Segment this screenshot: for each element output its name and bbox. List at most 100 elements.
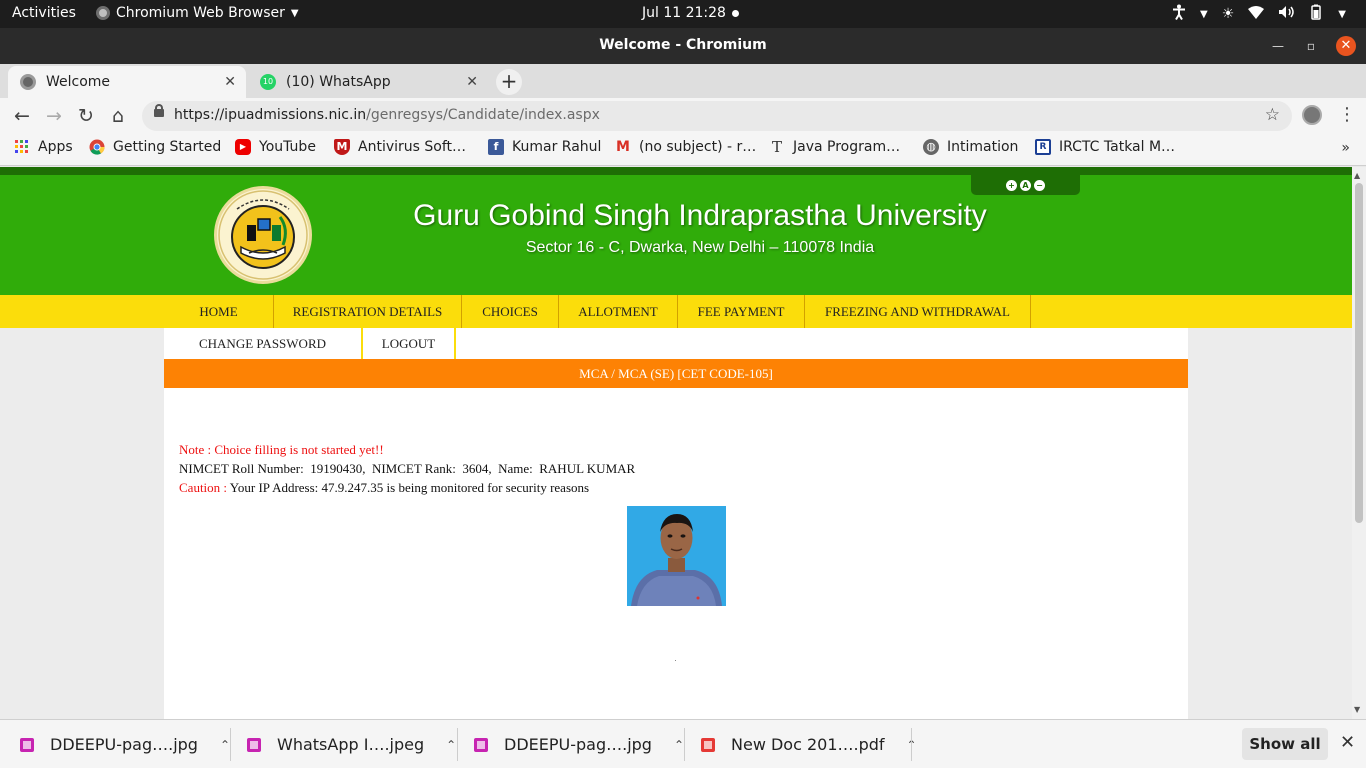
bookmark-intimation[interactable]: ◍ Intimation [923,139,1018,155]
forward-arrow-icon[interactable]: → [42,104,66,128]
close-icon[interactable]: ✕ [1340,732,1355,753]
download-item[interactable]: WhatsApp I….jpeg ⌃ [247,720,456,768]
chevron-up-icon[interactable]: ⌃ [446,738,456,752]
wifi-icon [1248,5,1265,23]
window-title-bar: Welcome - Chromium — ▫ ✕ [0,28,1366,64]
close-tab-icon[interactable]: ✕ [466,74,478,90]
chevron-up-icon[interactable]: ⌃ [220,738,230,752]
bookmark-label: Kumar Rahul [512,139,602,155]
tab-title: Welcome [46,74,111,90]
whatsapp-favicon-icon: 10 [260,74,276,90]
back-arrow-icon[interactable]: ← [10,104,34,128]
note-text: Note : Choice filling is not started yet… [179,442,384,457]
bookmark-star-icon[interactable]: ☆ [1265,105,1280,125]
chevron-down-icon: ▼ [290,7,299,19]
url-text[interactable]: https://ipuadmissions.nic.in/genregsys/C… [174,107,600,123]
notification-dot-icon [731,9,739,17]
download-item[interactable]: DDEEPU-pag….jpg ⌃ [474,720,684,768]
bookmark-youtube[interactable]: ▶ YouTube [235,139,316,155]
bookmark-java-program[interactable]: T Java Program… [769,139,900,155]
ip-caution: Caution : Your IP Address: 47.9.247.35 i… [179,480,589,496]
menu-registration-details[interactable]: REGISTRATION DETAILS [274,295,462,328]
text-icon: T [771,138,782,156]
candidate-details: NIMCET Roll Number: 19190430, NIMCET Ran… [179,461,636,476]
main-menu: HOME REGISTRATION DETAILS CHOICES ALLOTM… [0,295,1352,328]
university-address: Sector 16 - C, Dwarka, New Delhi – 11007… [525,239,875,256]
chevron-down-icon: ▼ [1338,8,1346,20]
bookmark-kumar-rahul[interactable]: f Kumar Rahul [488,139,601,155]
maximize-button[interactable]: ▫ [1301,36,1321,56]
bookmark-label: (no subject) - r… [639,139,757,155]
tab-welcome[interactable]: Welcome ✕ [8,66,246,98]
chevron-up-icon[interactable]: ⌃ [674,738,684,752]
menu-home[interactable]: HOME [164,295,274,328]
home-icon[interactable]: ⌂ [106,104,130,128]
bookmark-getting-started[interactable]: Getting Started [89,139,221,155]
bookmark-label: IRCTC Tatkal M… [1059,139,1176,155]
font-increase-button[interactable]: + [1006,179,1017,191]
close-window-button[interactable]: ✕ [1336,36,1356,56]
menu-freezing-withdrawal[interactable]: FREEZING AND WITHDRAWAL [805,295,1031,328]
page-scrollbar[interactable]: ▲ ▼ [1352,167,1366,719]
url-path: /genregsys/Candidate/index.aspx [366,107,600,123]
minimize-button[interactable]: — [1268,36,1288,56]
bookmark-antivirus[interactable]: M Antivirus Soft… [334,139,466,155]
accessibility-icon[interactable] [1172,4,1186,24]
download-item[interactable]: DDEEPU-pag….jpg ⌃ [20,720,230,768]
gmail-icon: M [616,139,630,155]
apps-grid-icon [14,139,30,155]
menu-dots-icon[interactable]: ⋮ [1338,104,1356,125]
page-viewport: + A − Guru Gobind Singh Indraprastha Uni… [0,167,1352,719]
bookmark-label: Apps [38,139,73,155]
reload-icon[interactable]: ↻ [74,104,98,128]
candidate-photo [627,506,726,606]
divider [911,728,912,761]
bookmark-gmail[interactable]: M (no subject) - r… [615,139,756,155]
system-tray[interactable]: ▼ ☀ ▼ [1172,4,1346,24]
lock-icon[interactable] [154,104,164,117]
course-title: MCA / MCA (SE) [CET CODE-105] [164,359,1188,388]
app-menu[interactable]: Chromium Web Browser ▼ [96,5,299,21]
bookmark-irctc[interactable]: R IRCTC Tatkal M… [1035,139,1175,155]
scroll-up-arrow-icon[interactable]: ▲ [1354,171,1360,180]
profile-avatar[interactable] [1302,105,1322,125]
download-shelf: DDEEPU-pag….jpg ⌃ WhatsApp I….jpeg ⌃ DDE… [0,719,1366,768]
system-top-bar: Activities Chromium Web Browser ▼ Jul 11… [0,0,1366,28]
more-bookmarks-chevron-icon[interactable]: » [1341,140,1350,156]
menu-change-password[interactable]: CHANGE PASSWORD [164,328,363,359]
scroll-down-arrow-icon[interactable]: ▼ [1354,705,1360,714]
divider [684,728,685,761]
chrome-icon [89,139,105,155]
address-bar[interactable]: https://ipuadmissions.nic.in/genregsys/C… [142,101,1292,131]
tab-whatsapp[interactable]: 10 (10) WhatsApp ✕ [248,66,488,98]
university-name: Guru Gobind Singh Indraprastha Universit… [413,199,987,232]
activities-button[interactable]: Activities [12,5,76,21]
menu-choices[interactable]: CHOICES [462,295,559,328]
menu-logout[interactable]: LOGOUT [363,328,456,359]
download-filename: WhatsApp I….jpeg [277,735,425,754]
font-decrease-button[interactable]: − [1034,179,1045,191]
download-item[interactable]: New Doc 201….pdf ⌃ [701,720,917,768]
show-all-downloads-button[interactable]: Show all [1242,728,1328,760]
accessibility-controls: + A − [971,175,1080,195]
menu-allotment[interactable]: ALLOTMENT [559,295,678,328]
bookmark-apps[interactable]: Apps [14,139,73,155]
font-reset-button[interactable]: A [1020,179,1031,191]
window-title: Welcome - Chromium [599,37,767,53]
close-tab-icon[interactable]: ✕ [224,74,236,90]
download-filename: DDEEPU-pag….jpg [504,735,652,754]
menu-fee-payment[interactable]: FEE PAYMENT [678,295,805,328]
caution-text: Your IP Address: 47.9.247.35 is being mo… [229,480,590,495]
caution-label: Caution : [179,480,230,495]
divider [457,728,458,761]
facebook-icon: f [488,139,504,155]
mcafee-icon: M [334,139,350,155]
scrollbar-thumb[interactable] [1355,183,1363,523]
new-tab-button[interactable]: + [496,69,522,95]
choice-filling-note: Note : Choice filling is not started yet… [179,442,384,458]
clock[interactable]: Jul 11 21:28 [642,5,739,21]
pdf-file-icon [701,737,715,752]
chromium-favicon-icon [20,74,36,90]
bookmark-label: Intimation [947,139,1019,155]
image-file-icon [247,737,261,752]
